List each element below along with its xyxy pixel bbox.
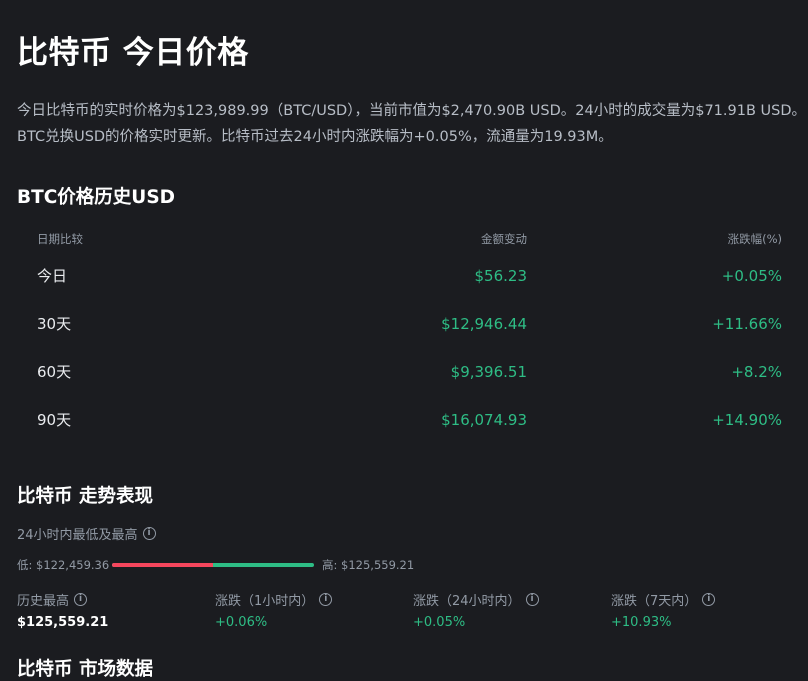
row-change: $9,396.51 — [450, 363, 527, 381]
stat-change-1h: 涨跌（1小时内） i +0.06% — [215, 589, 405, 630]
row-period: 90天 — [37, 411, 72, 429]
low-price-label: 低: $122,459.36 — [17, 558, 110, 572]
stat-value: +0.05% — [413, 615, 466, 630]
info-icon[interactable]: i — [319, 592, 333, 606]
stat-label: 历史最高 i — [17, 589, 207, 609]
price-history-table: 日期比较 金额变动 涨跌幅(%) 今日 $56.23 +0.05% 30天 $1… — [17, 226, 782, 444]
row-change: $16,074.93 — [441, 411, 527, 429]
price-history-title: BTC价格历史USD — [17, 187, 176, 208]
table-header: 日期比较 金额变动 涨跌幅(%) — [17, 226, 782, 252]
table-row: 今日 $56.23 +0.05% — [17, 252, 782, 300]
row-change: $56.23 — [474, 267, 528, 285]
range-label: 24小时内最低及最高 i — [17, 524, 156, 543]
table-row: 90天 $16,074.93 +14.90% — [17, 396, 782, 444]
row-change: $12,946.44 — [441, 315, 527, 333]
price-description: 今日比特币的实时价格为$123,989.99（BTC/USD），当前市值为$2,… — [17, 103, 807, 145]
row-pct: +11.66% — [712, 315, 782, 333]
stat-label-text: 涨跌（24小时内） — [413, 593, 521, 609]
row-period: 今日 — [37, 267, 68, 285]
info-icon[interactable]: i — [74, 592, 88, 606]
range-bar: 低: $122,459.36 高: $125,559.21 — [17, 556, 437, 572]
range-bar-track — [112, 563, 314, 567]
range-label-text: 24小时内最低及最高 — [17, 528, 138, 543]
row-period: 30天 — [37, 315, 72, 333]
stat-all-time-high: 历史最高 i $125,559.21 — [17, 589, 207, 630]
row-pct: +0.05% — [721, 267, 782, 285]
header-pct: 涨跌幅(%) — [727, 232, 782, 246]
high-price-label: 高: $125,559.21 — [322, 558, 415, 572]
stat-value: +10.93% — [611, 615, 672, 630]
stat-change-7d: 涨跌（7天内） i +10.93% — [611, 589, 801, 630]
info-icon[interactable]: i — [525, 592, 539, 606]
stat-value: +0.06% — [215, 615, 268, 630]
stat-label: 涨跌（7天内） i — [611, 589, 801, 609]
header-change: 金额变动 — [481, 232, 527, 246]
trend-title: 比特币 走势表现 — [17, 486, 153, 507]
stat-change-24h: 涨跌（24小时内） i +0.05% — [413, 589, 603, 630]
stat-value: $125,559.21 — [17, 615, 109, 630]
table-row: 30天 $12,946.44 +11.66% — [17, 300, 782, 348]
row-period: 60天 — [37, 363, 72, 381]
stat-label: 涨跌（24小时内） i — [413, 589, 603, 609]
stat-label: 涨跌（1小时内） i — [215, 589, 405, 609]
row-pct: +14.90% — [712, 411, 782, 429]
stat-label-text: 历史最高 — [17, 593, 70, 609]
info-icon[interactable]: i — [142, 527, 156, 540]
page-title: 比特币 今日价格 — [17, 35, 249, 71]
stat-label-text: 涨跌（7天内） — [611, 593, 698, 609]
market-data-title: 比特币 市场数据 — [17, 659, 153, 680]
table-row: 60天 $9,396.51 +8.2% — [17, 348, 782, 396]
info-icon[interactable]: i — [702, 592, 716, 606]
stat-label-text: 涨跌（1小时内） — [215, 593, 315, 609]
row-pct: +8.2% — [731, 363, 782, 381]
range-bar-low-segment — [112, 563, 213, 567]
header-period: 日期比较 — [37, 232, 83, 246]
